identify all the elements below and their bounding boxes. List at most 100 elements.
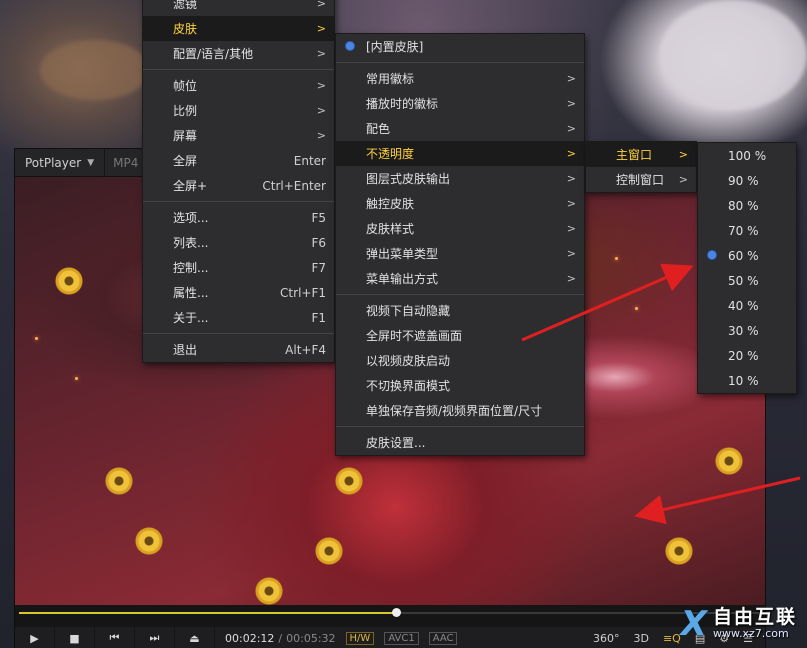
menu-item[interactable]: 70 % (698, 218, 796, 243)
menu-item[interactable]: 50 % (698, 268, 796, 293)
menu-item[interactable]: 控制窗口 > (586, 167, 696, 192)
menu-item[interactable]: 皮肤设置... (336, 430, 584, 455)
menu-item[interactable]: 80 % (698, 193, 796, 218)
eject-button[interactable]: ⏏ (175, 627, 215, 648)
submenu-arrow-icon: > (316, 0, 326, 10)
menu-item[interactable]: 常用徽标 > (336, 66, 584, 91)
menu-item-label: 常用徽标 (366, 72, 415, 86)
menu-item[interactable]: 10 % (698, 368, 796, 393)
menu-item[interactable]: 全屏+ Ctrl+Enter (143, 173, 334, 198)
menu-item-label: 皮肤 (173, 22, 198, 36)
menu-item[interactable]: 图层式皮肤输出 > (336, 166, 584, 191)
video-flower (315, 537, 343, 565)
submenu-arrow-icon: > (566, 147, 576, 160)
video-flower (135, 527, 163, 555)
menu-item-label: 选项... (173, 211, 209, 225)
menu-item-label: 60 % (728, 248, 759, 263)
seek-track[interactable] (19, 608, 759, 617)
menu-item[interactable]: 关于... F1 (143, 305, 334, 330)
menu-item-label: 不透明度 (366, 147, 415, 161)
menu-item[interactable]: 全屏 Enter (143, 148, 334, 173)
menu-item[interactable]: 弹出菜单类型 > (336, 241, 584, 266)
menu-item-label: 皮肤设置... (366, 436, 426, 450)
menu-item-label: 控制... (173, 261, 209, 275)
menu-item[interactable]: 40 % (698, 293, 796, 318)
menu-item[interactable]: 以视频皮肤启动 (336, 348, 584, 373)
equalizer-button[interactable]: ≡Q (663, 632, 681, 645)
submenu-arrow-icon: > (566, 222, 576, 235)
menu-item-label: 属性... (173, 286, 209, 300)
context-menu-main: 滤镜 > 皮肤 > 配置/语言/其他 > 帧位 > 比例 > 屏幕 > 全屏 Enter 全屏+ Ctrl+E… (142, 0, 335, 363)
menu-separator (336, 426, 584, 427)
previous-button[interactable]: ⏮ (95, 627, 135, 648)
play-button[interactable]: ▶ (15, 627, 55, 648)
menu-item[interactable]: 配色 > (336, 116, 584, 141)
menu-item-label: 70 % (728, 223, 759, 238)
menu-item-label: 50 % (728, 273, 759, 288)
potplayer-logo-button[interactable]: PotPlayer ▼ (15, 149, 106, 176)
menu-item-label: 图层式皮肤输出 (366, 172, 451, 186)
menu-item[interactable]: 控制... F7 (143, 255, 334, 280)
menu-item[interactable]: 播放时的徽标 > (336, 91, 584, 116)
menu-item[interactable]: 60 % (698, 243, 796, 268)
menu-item[interactable]: [内置皮肤] (336, 34, 584, 59)
menu-item[interactable]: 皮肤 > (143, 16, 334, 41)
menu-item-shortcut: Enter (293, 153, 326, 168)
menu-item[interactable]: 90 % (698, 168, 796, 193)
menu-item[interactable]: 主窗口 > (586, 142, 696, 167)
submenu-arrow-icon: > (316, 79, 326, 92)
menu-item-label: 播放时的徽标 (366, 97, 439, 111)
menu-separator (336, 62, 584, 63)
menu-item-label: 比例 (173, 104, 198, 118)
menu-item-label: 80 % (728, 198, 759, 213)
menu-item[interactable]: 属性... Ctrl+F1 (143, 280, 334, 305)
next-button[interactable]: ⏭ (135, 627, 175, 648)
hw-badge[interactable]: H/W (345, 631, 375, 645)
menu-item-label: 以视频皮肤启动 (366, 354, 451, 368)
menu-item[interactable]: 单独保存音频/视频界面位置/尺寸 (336, 398, 584, 423)
menu-item[interactable]: 触控皮肤 > (336, 191, 584, 216)
menu-item[interactable]: 全屏时不遮盖画面 (336, 323, 584, 348)
menu-item-label: 弹出菜单类型 (366, 247, 439, 261)
menu-item[interactable]: 比例 > (143, 98, 334, 123)
submenu-arrow-icon: > (316, 129, 326, 142)
menu-item-label: 40 % (728, 298, 759, 313)
watermark-title: 自由互联 (712, 606, 797, 629)
submenu-arrow-icon: > (678, 173, 688, 186)
seek-thumb[interactable] (392, 608, 402, 617)
time-current: 00:02:12 (225, 631, 275, 645)
menu-item[interactable]: 不切换界面模式 (336, 373, 584, 398)
menu-item[interactable]: 选项... F5 (143, 205, 334, 230)
menu-item[interactable]: 100 % (698, 143, 796, 168)
menu-item[interactable]: 滤镜 > (143, 0, 334, 16)
menu-item-shortcut: F5 (311, 210, 326, 225)
video-sparkle (635, 307, 638, 310)
menu-item[interactable]: 列表... F6 (143, 230, 334, 255)
time-total: 00:05:32 (286, 631, 336, 645)
menu-item[interactable]: 皮肤样式 > (336, 216, 584, 241)
menu-item[interactable]: 30 % (698, 318, 796, 343)
video-codec-badge[interactable]: AVC1 (384, 631, 419, 645)
submenu-arrow-icon: > (566, 247, 576, 260)
audio-codec-badge[interactable]: AAC (428, 631, 458, 645)
menu-item-label: 100 % (728, 148, 767, 163)
menu-item[interactable]: 退出 Alt+F4 (143, 337, 334, 362)
control-bar: ▶ ■ ⏮ ⏭ ⏏ 00:02:12 / 00:05:32 H/W AVC1 A… (15, 627, 765, 648)
submenu-arrow-icon: > (566, 72, 576, 85)
menu-item[interactable]: 帧位 > (143, 73, 334, 98)
menu-item[interactable]: 配置/语言/其他 > (143, 41, 334, 66)
seek-bar[interactable] (15, 605, 765, 627)
menu-item-label: 屏幕 (173, 129, 198, 143)
stop-button[interactable]: ■ (55, 627, 95, 648)
video-flower (335, 467, 363, 495)
watermark-text: 自由互联 www.xz7.com (712, 606, 797, 639)
menu-item[interactable]: 不透明度 > (336, 141, 584, 166)
menu-item[interactable]: 屏幕 > (143, 123, 334, 148)
menu-item[interactable]: 20 % (698, 343, 796, 368)
menu-item[interactable]: 菜单输出方式 > (336, 266, 584, 291)
menu-item[interactable]: 视频下自动隐藏 (336, 298, 584, 323)
seek-progress-fill (19, 612, 397, 614)
vr360-button[interactable]: 360° (593, 632, 620, 645)
app-name: PotPlayer (25, 155, 82, 170)
3d-button[interactable]: 3D (634, 632, 649, 645)
